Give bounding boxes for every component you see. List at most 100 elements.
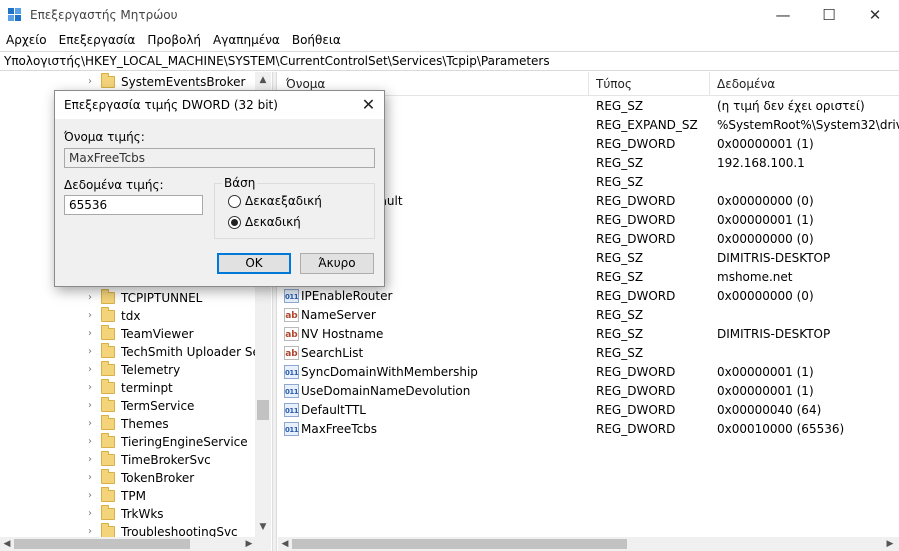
value-type: REG_SZ: [596, 175, 644, 189]
tree-item-label[interactable]: Themes: [121, 416, 169, 432]
tree-item-label[interactable]: TroubleshootingSvc: [121, 524, 238, 537]
chevron-right-icon[interactable]: ›: [88, 364, 98, 376]
value-data: 0x00000040 (64): [717, 403, 822, 417]
tree-item[interactable]: › Telemetry: [0, 361, 256, 379]
radio-hexadecimal-circle[interactable]: [228, 195, 241, 208]
chevron-right-icon[interactable]: ›: [88, 436, 98, 448]
chevron-right-icon[interactable]: ›: [88, 508, 98, 520]
tree-item-label[interactable]: tdx: [121, 308, 140, 324]
menu-help[interactable]: Βοήθεια: [286, 30, 347, 50]
tree-hscroll-thumb[interactable]: [14, 539, 190, 549]
tree-item-label[interactable]: TrkWks: [121, 506, 164, 522]
tree-item-label[interactable]: TCPIPTUNNEL: [121, 290, 202, 306]
value-row[interactable]: ab NameServer REG_SZ: [278, 306, 899, 325]
chevron-right-icon[interactable]: ›: [88, 400, 98, 412]
folder-icon: [101, 397, 115, 412]
chevron-right-icon[interactable]: ›: [88, 328, 98, 340]
registry-editor-window: Επεξεργαστής Μητρώου — ☐ ✕ Αρχείο Επεξερ…: [0, 0, 899, 551]
column-header-data[interactable]: Δεδομένα: [717, 77, 775, 91]
chevron-right-icon[interactable]: ›: [88, 418, 98, 430]
registry-app-icon: [8, 8, 21, 21]
chevron-right-icon[interactable]: ›: [88, 454, 98, 466]
cancel-button[interactable]: Άκυρο: [300, 253, 374, 274]
dialog-close-icon[interactable]: ✕: [353, 91, 384, 119]
folder-icon: [101, 415, 115, 430]
tree-item[interactable]: › TermService: [0, 397, 256, 415]
chevron-right-icon[interactable]: ›: [88, 382, 98, 394]
tree-item-label[interactable]: Telemetry: [121, 362, 180, 378]
value-row[interactable]: 011 IPEnableRouter REG_DWORD 0x00000000 (0): [278, 287, 899, 306]
scroll-left-icon[interactable]: ◀: [279, 538, 291, 550]
scroll-right-icon[interactable]: ▶: [243, 538, 255, 550]
column-header-type[interactable]: Τύπος: [596, 77, 632, 91]
tree-item-label[interactable]: SystemEventsBroker: [121, 74, 245, 90]
radio-decimal-circle[interactable]: [228, 216, 241, 229]
menu-view[interactable]: Προβολή: [141, 30, 207, 50]
tree-item-label[interactable]: TimeBrokerSvc: [121, 452, 211, 468]
tree-item[interactable]: › TCPIPTUNNEL: [0, 289, 256, 307]
list-horizontal-scrollbar[interactable]: ◀ ▶: [278, 537, 899, 551]
scroll-right-icon[interactable]: ▶: [884, 538, 896, 550]
menu-file[interactable]: Αρχείο: [0, 30, 53, 50]
chevron-right-icon[interactable]: ›: [88, 76, 98, 88]
tree-item[interactable]: › TieringEngineService: [0, 433, 256, 451]
tree-item-label[interactable]: TechSmith Uploader Servi: [121, 344, 271, 360]
value-row[interactable]: 011 SyncDomainWithMembership REG_DWORD 0x00…: [278, 363, 899, 382]
tree-item[interactable]: › TrkWks: [0, 505, 256, 523]
value-row[interactable]: 011 UseDomainNameDevolution REG_DWORD 0x000…: [278, 382, 899, 401]
tree-item[interactable]: › TPM: [0, 487, 256, 505]
tree-item[interactable]: › TokenBroker: [0, 469, 256, 487]
value-row[interactable]: ab NV Hostname REG_SZ DIMITRIS-DESKTOP: [278, 325, 899, 344]
tree-item-label[interactable]: TermService: [121, 398, 194, 414]
value-row[interactable]: 011 MaxFreeTcbs REG_DWORD 0x00010000 (65536…: [278, 420, 899, 439]
maximize-button[interactable]: ☐: [806, 0, 852, 30]
chevron-right-icon[interactable]: ›: [88, 346, 98, 358]
string-value-icon: ab: [284, 308, 299, 322]
chevron-right-icon[interactable]: ›: [88, 490, 98, 502]
value-row[interactable]: 011 DefaultTTL REG_DWORD 0x00000040 (64): [278, 401, 899, 420]
tree-scroll-thumb[interactable]: [257, 400, 269, 420]
tree-item-label[interactable]: TokenBroker: [121, 470, 194, 486]
tree-item[interactable]: › tdx: [0, 307, 256, 325]
tree-item[interactable]: › TroubleshootingSvc: [0, 523, 256, 537]
column-divider[interactable]: [588, 72, 589, 96]
tree-item[interactable]: › Themes: [0, 415, 256, 433]
chevron-right-icon[interactable]: ›: [88, 526, 98, 537]
chevron-right-icon[interactable]: ›: [88, 292, 98, 304]
tree-item[interactable]: › TechSmith Uploader Servi: [0, 343, 271, 361]
address-bar[interactable]: Υπολογιστής\HKEY_LOCAL_MACHINE\SYSTEM\Cu…: [0, 51, 899, 71]
close-button[interactable]: ✕: [852, 0, 898, 30]
value-type: REG_DWORD: [596, 403, 676, 417]
tree-item[interactable]: › TimeBrokerSvc: [0, 451, 256, 469]
menu-edit[interactable]: Επεξεργασία: [53, 30, 142, 50]
radio-decimal-label[interactable]: Δεκαδική: [245, 215, 301, 229]
tree-item-label[interactable]: terminpt: [121, 380, 173, 396]
radio-decimal[interactable]: Δεκαδική: [228, 215, 368, 231]
value-data-input[interactable]: 65536: [64, 195, 203, 215]
chevron-right-icon[interactable]: ›: [88, 310, 98, 322]
scroll-down-icon[interactable]: ▼: [258, 521, 268, 533]
column-header-name[interactable]: Όνομα: [286, 77, 325, 91]
tree-item[interactable]: › SystemEventsBroker: [0, 73, 256, 91]
list-hscroll-thumb[interactable]: [292, 539, 627, 549]
chevron-right-icon[interactable]: ›: [88, 472, 98, 484]
value-data: 0x00000001 (1): [717, 137, 814, 151]
tree-item[interactable]: › TeamViewer: [0, 325, 256, 343]
column-divider[interactable]: [709, 72, 710, 96]
menu-favorites[interactable]: Αγαπημένα: [207, 30, 286, 50]
value-row[interactable]: ab SearchList REG_SZ: [278, 344, 899, 363]
tree-item-label[interactable]: TPM: [121, 488, 146, 504]
scroll-up-icon[interactable]: ▲: [258, 74, 268, 86]
ok-button[interactable]: OK: [217, 253, 291, 274]
binary-value-icon: 011: [284, 384, 299, 398]
value-name: DefaultTTL: [301, 403, 366, 417]
radio-hexadecimal-label[interactable]: Δεκαεξαδική: [245, 194, 322, 208]
tree-item-label[interactable]: TieringEngineService: [121, 434, 248, 450]
radio-hexadecimal[interactable]: Δεκαεξαδική: [228, 194, 368, 210]
folder-icon: [101, 343, 115, 358]
scroll-left-icon[interactable]: ◀: [1, 538, 13, 550]
tree-horizontal-scrollbar[interactable]: ◀ ▶: [0, 537, 271, 551]
minimize-button[interactable]: —: [760, 0, 806, 30]
tree-item-label[interactable]: TeamViewer: [121, 326, 194, 342]
tree-item[interactable]: › terminpt: [0, 379, 256, 397]
